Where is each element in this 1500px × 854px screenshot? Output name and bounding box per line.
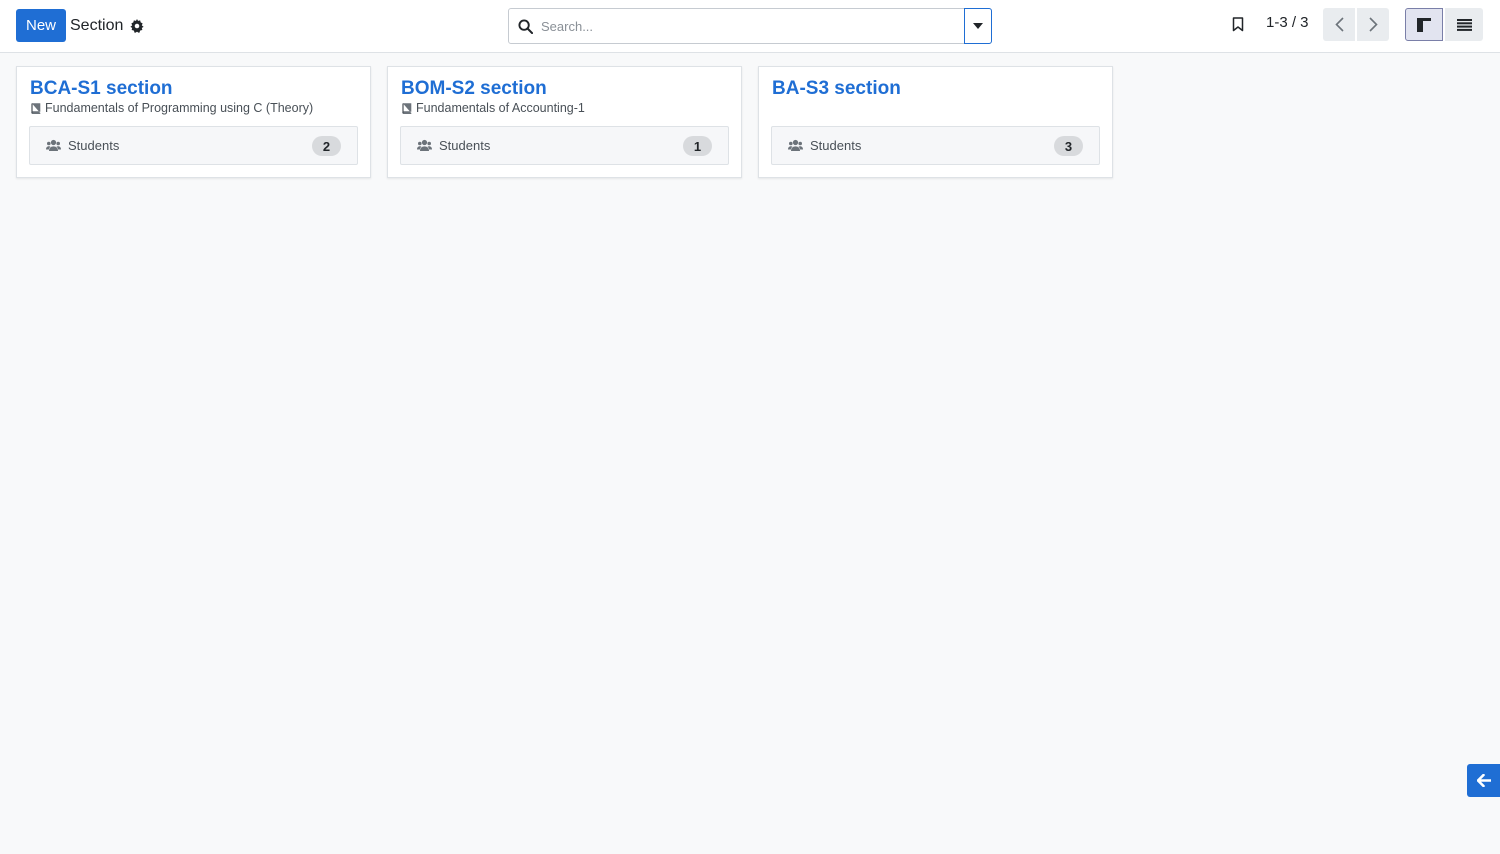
users-icon: [46, 139, 61, 152]
students-label: Students: [810, 138, 862, 153]
gear-icon[interactable]: [130, 19, 145, 33]
kanban-icon: [1417, 17, 1431, 32]
card-title: BOM-S2 section: [401, 78, 547, 99]
chevron-right-icon: [1368, 17, 1378, 32]
search-options-toggle[interactable]: [964, 8, 992, 44]
students-button[interactable]: Students 3: [771, 126, 1100, 165]
bookmark-icon[interactable]: [1227, 12, 1249, 36]
book-icon: [401, 102, 412, 114]
list-icon: [1456, 18, 1472, 31]
card-course: Fundamentals of Programming using C (The…: [30, 101, 313, 115]
students-button[interactable]: Students 2: [29, 126, 358, 165]
list-view-button[interactable]: [1445, 8, 1483, 41]
kanban-card[interactable]: BOM-S2 section Fundamentals of Accountin…: [387, 66, 742, 178]
caret-down-icon: [973, 23, 983, 29]
students-label: Students: [439, 138, 491, 153]
search-input[interactable]: [541, 9, 964, 43]
pager-previous-button[interactable]: [1323, 8, 1355, 41]
students-count-badge: 1: [683, 136, 712, 156]
card-title: BA-S3 section: [772, 78, 901, 99]
page-title: Section: [70, 17, 124, 34]
students-button[interactable]: Students 1: [400, 126, 729, 165]
back-button[interactable]: [1467, 764, 1500, 797]
kanban-card[interactable]: BA-S3 section Students 3: [758, 66, 1113, 178]
students-label: Students: [68, 138, 120, 153]
book-icon: [30, 102, 41, 114]
pager-next-button[interactable]: [1357, 8, 1389, 41]
users-icon: [417, 139, 432, 152]
new-button[interactable]: New: [16, 9, 66, 42]
kanban-card[interactable]: BCA-S1 section Fundamentals of Programmi…: [16, 66, 371, 178]
users-icon: [788, 139, 803, 152]
course-name: Fundamentals of Programming using C (The…: [45, 101, 314, 115]
students-count-badge: 3: [1054, 136, 1083, 156]
card-course: Fundamentals of Accounting-1: [401, 101, 585, 115]
card-title: BCA-S1 section: [30, 78, 173, 99]
course-name: Fundamentals of Accounting-1: [416, 101, 585, 115]
pager-value[interactable]: 1-3 / 3: [1266, 14, 1309, 31]
students-count-badge: 2: [312, 136, 341, 156]
breadcrumb: Section: [70, 15, 145, 37]
kanban-view-button[interactable]: [1405, 8, 1443, 41]
chevron-left-icon: [1334, 17, 1344, 32]
search-box: [508, 8, 992, 44]
search-icon: [509, 9, 541, 43]
control-panel: New Section 1-3 / 3: [0, 0, 1500, 53]
arrow-left-icon: [1476, 774, 1491, 787]
